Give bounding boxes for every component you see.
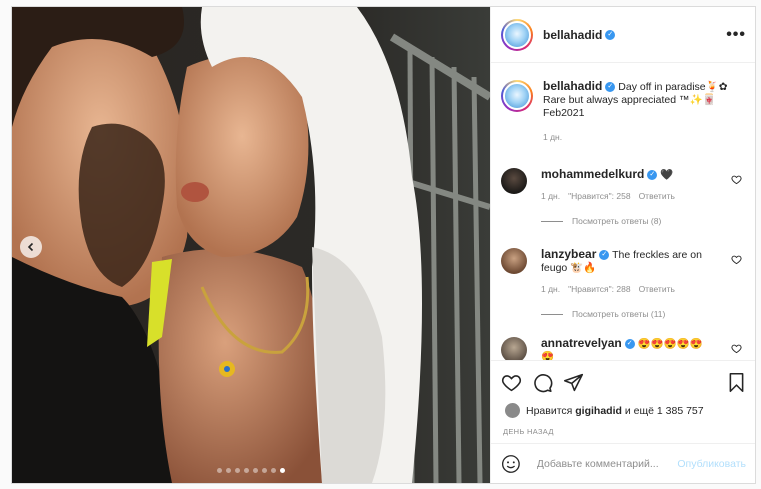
comment-item: lanzybear ✓ The freckles are on feugo 🐮🔥 … bbox=[491, 247, 755, 294]
comment-input[interactable] bbox=[534, 456, 678, 471]
likes-count[interactable]: и ещё 1 385 757 bbox=[625, 405, 704, 417]
post-header: bellahadid ✓ ••• bbox=[491, 7, 755, 63]
heart-icon[interactable] bbox=[501, 372, 522, 393]
view-replies-button[interactable]: Посмотреть ответы (11) bbox=[541, 309, 755, 319]
verified-badge-icon: ✓ bbox=[647, 170, 658, 181]
comment-item: mohammedelkurd ✓ 🖤 1 дн. "Нравится": 258 От… bbox=[491, 167, 755, 201]
view-replies-button[interactable]: Посмотреть ответы (8) bbox=[541, 216, 755, 226]
comment-likes[interactable]: "Нравится": 288 bbox=[568, 284, 630, 294]
carousel-indicator bbox=[12, 468, 490, 473]
post-photo[interactable] bbox=[12, 7, 490, 483]
verified-badge-icon: ✓ bbox=[605, 29, 616, 40]
carousel-prev-button[interactable] bbox=[20, 236, 42, 258]
caption-time: 1 дн. bbox=[543, 132, 563, 142]
carousel-dot bbox=[271, 468, 276, 473]
comment-like-icon[interactable] bbox=[731, 343, 742, 354]
carousel-dot bbox=[253, 468, 258, 473]
share-icon[interactable] bbox=[563, 372, 584, 393]
carousel-dot bbox=[217, 468, 222, 473]
commenter-username[interactable]: annatrevelyan bbox=[541, 336, 622, 350]
comment-icon[interactable] bbox=[532, 372, 553, 393]
commenter-username[interactable]: mohammedelkurd bbox=[541, 167, 644, 181]
carousel-dot bbox=[235, 468, 240, 473]
comment-item: annatrevelyan ✓ 😍😍😍😍😍😍 bbox=[491, 336, 755, 360]
caption: bellahadid ✓ Day off in paradise🍹✿ Rare b… bbox=[491, 64, 755, 142]
verified-badge-icon: ✓ bbox=[624, 339, 635, 350]
post-sidebar: bellahadid ✓ ••• bellahadid ✓ Day off in … bbox=[490, 7, 755, 483]
author-avatar[interactable] bbox=[501, 18, 533, 51]
comment-time: 1 дн. bbox=[541, 284, 561, 294]
emoji-icon[interactable] bbox=[501, 454, 521, 474]
caption-avatar[interactable] bbox=[501, 80, 533, 112]
liker-username[interactable]: gigihadid bbox=[575, 405, 622, 417]
add-comment-bar: Опубликовать bbox=[491, 443, 755, 483]
verified-badge-icon: ✓ bbox=[599, 250, 610, 261]
commenter-avatar[interactable] bbox=[501, 168, 527, 194]
author-username[interactable]: bellahadid bbox=[543, 28, 602, 42]
comments-list[interactable]: bellahadid ✓ Day off in paradise🍹✿ Rare b… bbox=[491, 64, 755, 360]
more-options-icon[interactable]: ••• bbox=[726, 26, 746, 44]
carousel-dot bbox=[280, 468, 285, 473]
likes-prefix: Нравится bbox=[526, 404, 573, 417]
verified-badge-icon: ✓ bbox=[605, 82, 616, 93]
commenter-avatar[interactable] bbox=[501, 248, 527, 274]
post-timestamp[interactable]: ДЕНЬ НАЗАД bbox=[503, 427, 755, 436]
caption-username[interactable]: bellahadid bbox=[543, 79, 602, 93]
comment-likes[interactable]: "Нравится": 258 bbox=[568, 191, 630, 201]
comment-like-icon[interactable] bbox=[731, 174, 742, 185]
carousel-dot bbox=[262, 468, 267, 473]
comment-time: 1 дн. bbox=[541, 191, 561, 201]
bookmark-icon[interactable] bbox=[727, 372, 746, 393]
likes-summary[interactable]: Нравится gigihadid и ещё 1 385 757 bbox=[505, 403, 755, 418]
post-container: bellahadid ✓ ••• bellahadid ✓ Day off in … bbox=[11, 6, 756, 484]
chevron-left-icon bbox=[27, 242, 34, 252]
publish-button[interactable]: Опубликовать bbox=[677, 458, 746, 470]
commenter-avatar[interactable] bbox=[501, 337, 527, 360]
reply-button[interactable]: Ответить bbox=[639, 191, 675, 201]
comment-like-icon[interactable] bbox=[731, 254, 742, 265]
commenter-username[interactable]: lanzybear bbox=[541, 247, 596, 261]
liker-avatar[interactable] bbox=[505, 403, 520, 418]
comment-text: 🖤 bbox=[660, 169, 674, 181]
photo-illustration bbox=[12, 7, 490, 483]
reply-button[interactable]: Ответить bbox=[639, 284, 675, 294]
carousel-dot bbox=[244, 468, 249, 473]
carousel-dot bbox=[226, 468, 231, 473]
